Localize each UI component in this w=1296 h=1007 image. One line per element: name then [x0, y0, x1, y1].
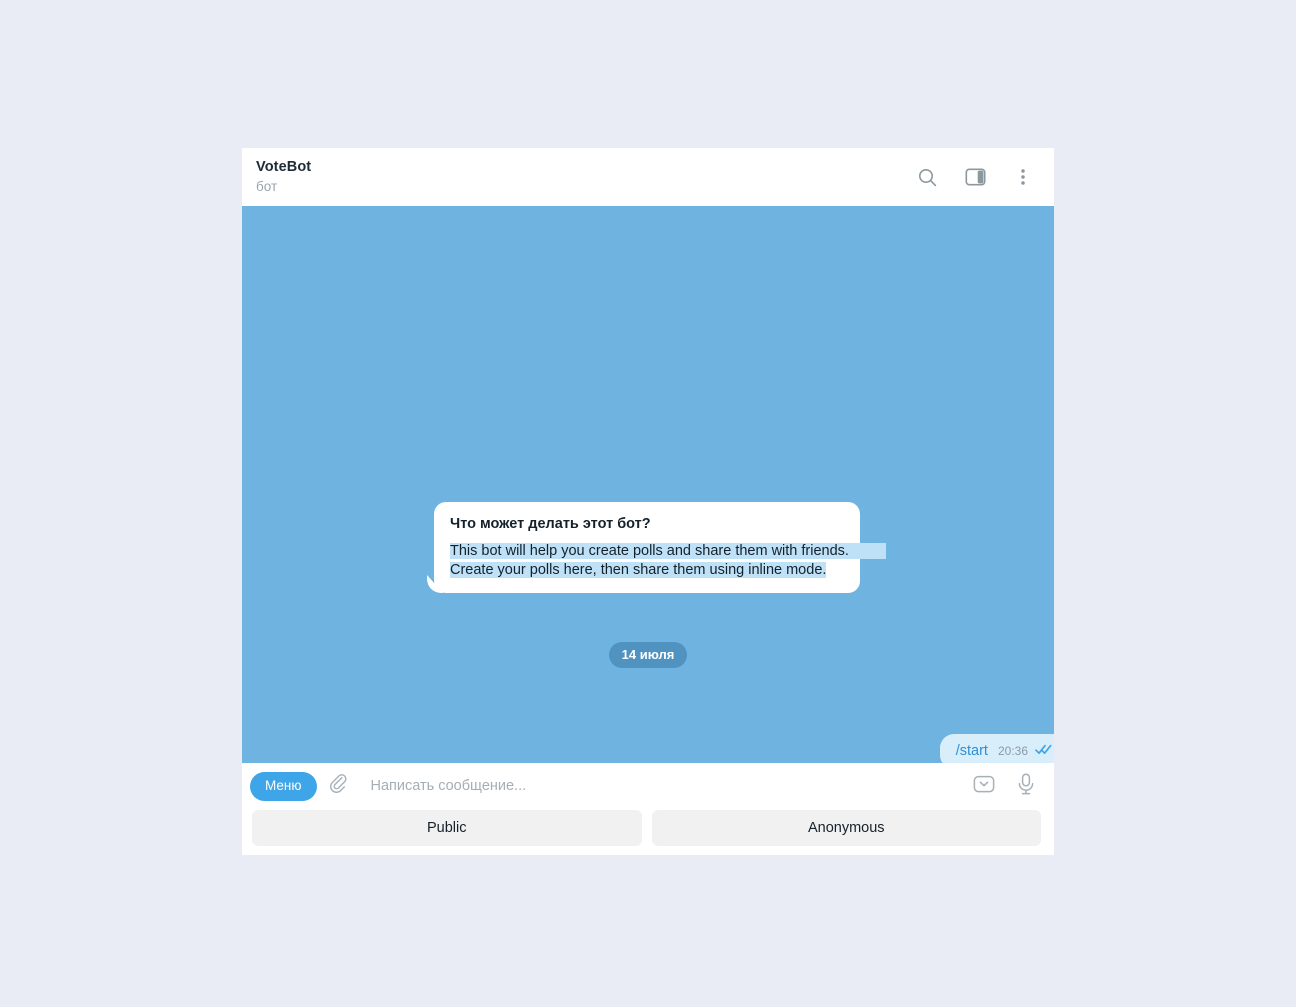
paperclip-icon	[329, 773, 351, 800]
emoji-panel-toggle-button[interactable]	[969, 772, 999, 802]
chat-header: VoteBot бот	[242, 148, 1054, 206]
keyboard-button-public[interactable]: Public	[252, 810, 642, 846]
bot-menu-button[interactable]: Меню	[250, 772, 317, 801]
message-bubble-out: /start 20:36	[939, 734, 1054, 763]
bot-info-title: Что может делать этот бот?	[450, 516, 651, 532]
bot-info-bubble: Что может делать этот бот? This bot will…	[434, 502, 886, 593]
voice-record-button[interactable]	[1011, 772, 1041, 802]
bot-info-line-1: This bot will help you create polls and …	[450, 542, 886, 561]
more-menu-button[interactable]	[1006, 160, 1040, 194]
search-icon	[917, 167, 938, 188]
date-divider: 14 июля	[242, 642, 1054, 668]
message-input-bar: Меню Написать сообщение...	[242, 763, 1054, 810]
microphone-icon	[1015, 772, 1037, 801]
chevron-down-box-icon	[972, 772, 996, 801]
message-input-field[interactable]: Написать сообщение...	[371, 777, 970, 796]
input-bar-actions	[969, 772, 1041, 802]
selected-text-line-2: Create your polls here, then share them …	[450, 562, 827, 578]
message-meta-out: 20:36	[998, 742, 1052, 760]
more-vertical-icon	[1020, 167, 1026, 187]
bot-reply-keyboard: Public Anonymous	[242, 810, 1054, 855]
chat-header-actions	[910, 160, 1040, 194]
message-text-command[interactable]: /start	[956, 742, 988, 761]
message-outgoing[interactable]: /start 20:36	[939, 734, 1054, 763]
search-button[interactable]	[910, 160, 944, 194]
date-pill-label: 14 июля	[608, 642, 688, 668]
chat-message-area: Что может делать этот бот? This bot will…	[242, 206, 1054, 763]
telegram-chat-window: VoteBot бот Что может делать этот бот? T…	[242, 148, 1054, 855]
chat-title: VoteBot	[256, 159, 312, 175]
selected-text-line-1: This bot will help you create polls and …	[450, 543, 886, 559]
sidebar-panel-icon	[964, 167, 986, 187]
chat-header-titles[interactable]: VoteBot бот	[256, 158, 910, 196]
attach-button[interactable]	[323, 770, 357, 804]
read-receipt-double-check-icon	[1035, 742, 1052, 760]
chat-subtitle: бот	[256, 179, 278, 194]
bot-info-line-2: Create your polls here, then share them …	[450, 561, 844, 580]
message-time: 20:36	[997, 744, 1028, 758]
toggle-sidebar-button[interactable]	[958, 160, 992, 194]
keyboard-button-anonymous[interactable]: Anonymous	[651, 810, 1041, 846]
